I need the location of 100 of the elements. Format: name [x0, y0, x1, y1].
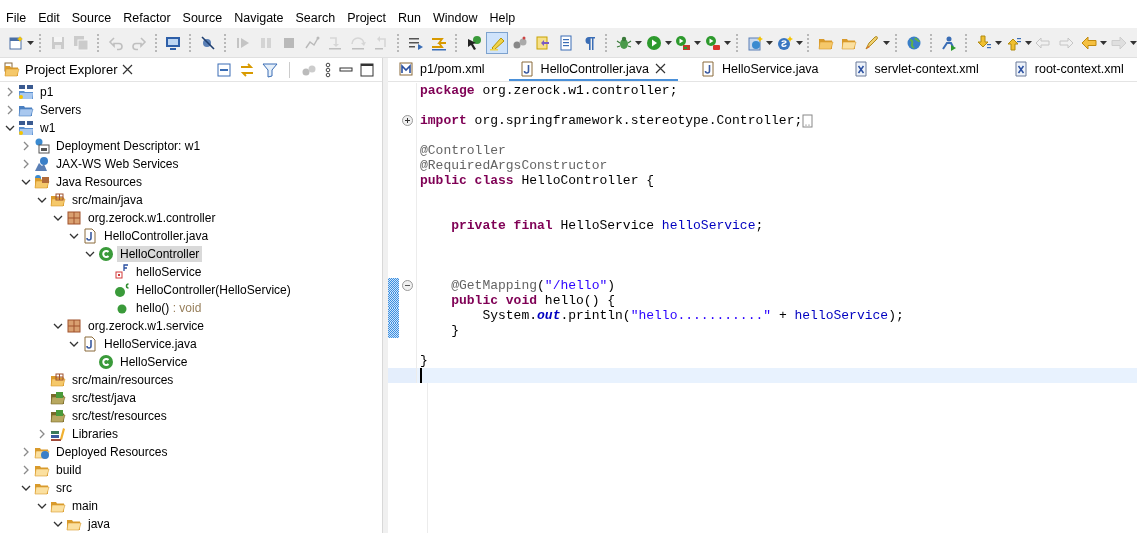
spring-badge-icon	[776, 34, 793, 51]
tasks-icon	[534, 34, 551, 51]
tree-item[interactable]: JAX-WS Web Services	[53, 156, 182, 172]
menu-item[interactable]: File	[0, 10, 33, 25]
java-resources-icon	[34, 174, 50, 190]
tree-item[interactable]: src/test/java	[69, 390, 140, 406]
dropdown-caret-icon	[1100, 40, 1108, 45]
package-icon	[66, 318, 82, 334]
dropdown-caret-icon	[994, 40, 1002, 45]
dropdown-caret-icon	[765, 40, 773, 45]
tree-item[interactable]: helloService	[133, 264, 205, 280]
tree-item[interactable]: hello() : void	[133, 300, 205, 316]
code-line: }	[420, 353, 428, 368]
collapse-all-icon[interactable]	[216, 61, 232, 78]
redo-icon	[130, 34, 147, 51]
tree-item[interactable]: w1	[37, 120, 59, 136]
spheres-icon	[511, 34, 528, 51]
expand-fold-icon[interactable]	[402, 115, 413, 126]
tree-item[interactable]: src	[53, 480, 75, 496]
menu-item[interactable]: Edit	[32, 10, 66, 25]
undo-icon	[107, 34, 124, 51]
class-icon	[98, 246, 114, 262]
tree-item[interactable]: src/main/java	[69, 192, 146, 208]
dropdown-caret-icon	[664, 40, 672, 45]
text-cursor	[420, 368, 422, 383]
project-folder-icon	[18, 84, 34, 100]
tree-item[interactable]: Deployed Resources	[53, 444, 171, 460]
kebab-menu-icon[interactable]	[324, 61, 332, 78]
menu-item[interactable]: Source	[65, 10, 118, 25]
person-run-icon	[940, 34, 957, 51]
close-icon[interactable]	[122, 64, 134, 75]
editor-tab[interactable]: HelloController.java	[508, 58, 678, 81]
menu-item[interactable]: Navigate	[228, 10, 290, 25]
link-arrows-icon[interactable]	[239, 61, 255, 78]
tree-item[interactable]: Deployment Descriptor: w1	[53, 138, 204, 154]
maximize-icon[interactable]	[360, 61, 374, 78]
filter-icon[interactable]	[262, 61, 278, 78]
editor-tab[interactable]: p1/pom.xml	[388, 58, 497, 81]
code-line: import org.springframework.stereotype.Controller;	[420, 113, 803, 128]
folded-code-icon	[802, 113, 814, 128]
dropdown-caret-icon	[795, 40, 803, 45]
new-file-icon	[8, 34, 24, 51]
editor-tab[interactable]: HelloService.java	[690, 58, 831, 81]
code-line: private final HelloService helloService;	[450, 218, 764, 233]
tree-item[interactable]: HelloService.java	[101, 336, 200, 352]
editor-tab[interactable]: root-context.xml	[1002, 58, 1136, 81]
constructor-icon	[114, 282, 130, 298]
menu-item[interactable]: Help	[483, 10, 522, 25]
code-line: @Controller	[420, 143, 506, 158]
next-annotation-icon	[975, 34, 992, 51]
tree-item[interactable]: build	[53, 462, 85, 478]
tree-item[interactable]: main	[69, 498, 101, 514]
monitor-icon	[165, 34, 182, 51]
source-folder-icon	[50, 372, 66, 388]
tree-item[interactable]: HelloController.java	[101, 228, 212, 244]
code-line: public class HelloController {	[420, 173, 655, 188]
project-folder-icon	[18, 120, 34, 136]
menu-item[interactable]: Run	[392, 10, 427, 25]
code-line: @RequiredArgsConstructor	[420, 158, 608, 173]
java-file-icon	[82, 228, 98, 244]
tree-item[interactable]: p1	[37, 84, 57, 100]
run-icon	[645, 34, 662, 51]
dropdown-caret-icon	[724, 40, 732, 45]
dropdown-caret-icon	[27, 40, 34, 45]
tree-item[interactable]: java	[85, 516, 113, 532]
page-icon	[557, 34, 574, 51]
tree-item[interactable]: HelloService	[117, 354, 191, 370]
tree-item[interactable]: HelloController	[117, 246, 203, 262]
code-line: public void hello() {	[450, 293, 616, 308]
menu-item[interactable]: Search	[289, 10, 342, 25]
xml-file-icon	[852, 60, 869, 77]
tree-item[interactable]: src/test/resources	[69, 408, 170, 424]
source-folder-icon	[50, 192, 66, 208]
libraries-icon	[50, 426, 66, 442]
tree-item[interactable]: HelloController(HelloService)	[133, 282, 294, 298]
menu-item[interactable]: Source	[176, 10, 229, 25]
field-icon	[114, 264, 130, 280]
menu-item[interactable]: Window	[426, 10, 484, 25]
new-server-icon	[746, 34, 763, 51]
test-folder-icon	[50, 408, 66, 424]
step-into-icon	[327, 34, 344, 51]
tree-item[interactable]: Libraries	[69, 426, 122, 442]
tree-item[interactable]: Java Resources	[53, 174, 146, 190]
coverage-icon	[675, 34, 692, 51]
menu-item[interactable]: Refactor	[117, 10, 177, 25]
skip-breakpoints-icon	[200, 34, 217, 51]
code-line: }	[450, 323, 459, 338]
tree-item[interactable]: org.zerock.w1.controller	[85, 210, 219, 226]
tree-item[interactable]: Servers	[37, 102, 85, 118]
package-icon	[66, 210, 82, 226]
collapse-fold-icon[interactable]	[402, 280, 413, 291]
close-icon[interactable]	[655, 63, 666, 74]
tree-item[interactable]: org.zerock.w1.service	[85, 318, 208, 334]
test-folder-icon	[50, 390, 66, 406]
menu-item[interactable]: Project	[341, 10, 393, 25]
editor-tab[interactable]: servlet-context.xml	[842, 58, 991, 81]
webservices-icon	[34, 156, 50, 172]
descriptor-icon	[34, 138, 50, 154]
save-all-icon	[72, 34, 89, 51]
tree-item[interactable]: src/main/resources	[69, 372, 177, 388]
